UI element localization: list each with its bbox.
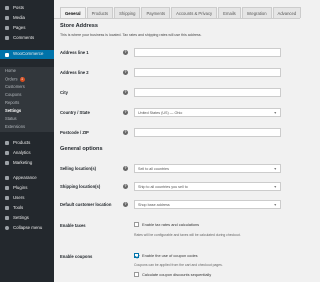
tab-shipping[interactable]: Shipping: [114, 7, 141, 18]
calc-coupons-sequentially-checkbox[interactable]: [134, 272, 139, 277]
admin-sidebar: Posts Media Pages Comments WooCommerce H…: [0, 0, 54, 282]
address1-input[interactable]: [134, 48, 281, 57]
tab-advanced[interactable]: Advanced: [272, 7, 302, 18]
enable-taxes-description: Rates will be configurable and taxes wil…: [134, 233, 241, 237]
enable-taxes-checkbox[interactable]: [134, 222, 139, 227]
tab-payments[interactable]: Payments: [141, 7, 171, 18]
help-icon[interactable]: ?: [123, 90, 128, 95]
settings-main: General Products Shipping Payments Accou…: [54, 0, 302, 282]
shipping-locations-label: Shipping location(s): [60, 184, 101, 189]
default-customer-location-select[interactable]: Shop base address ▼: [134, 200, 281, 209]
sidebar-item-users[interactable]: Users: [0, 194, 54, 202]
chevron-down-icon: ▼: [273, 111, 277, 115]
city-input[interactable]: [134, 88, 281, 97]
calc-coupons-sequentially-label[interactable]: Calculate coupon discounts sequentially: [142, 272, 211, 277]
help-icon[interactable]: ?: [123, 166, 128, 171]
sidebar-item-products[interactable]: Products: [0, 139, 54, 147]
default-customer-location-label: Default customer location: [60, 202, 112, 207]
enable-coupons-description: Coupons can be applied from the cart and…: [134, 263, 223, 267]
woocommerce-icon: [5, 52, 9, 57]
help-icon[interactable]: ?: [123, 184, 128, 189]
sidebar-item-media[interactable]: Media: [0, 14, 54, 22]
enable-coupons-label: Enable coupons: [60, 254, 93, 259]
enable-coupons-checkbox-label[interactable]: Enable the use of coupon codes: [142, 253, 198, 258]
submenu-reports[interactable]: Reports: [5, 100, 19, 105]
chevron-down-icon: ▼: [273, 203, 277, 207]
help-icon[interactable]: ?: [123, 50, 128, 55]
address2-label: Address line 2: [60, 70, 89, 75]
postcode-input[interactable]: [134, 128, 281, 137]
submenu-customers[interactable]: Customers: [5, 84, 25, 89]
plugins-icon: [5, 186, 9, 190]
media-icon: [5, 16, 9, 20]
shipping-locations-select[interactable]: Ship to all countries you sell to ▼: [134, 182, 281, 191]
settings-tabs: General Products Shipping Payments Accou…: [60, 7, 302, 18]
submenu-home[interactable]: Home: [5, 68, 16, 73]
help-icon[interactable]: ?: [123, 70, 128, 75]
general-options-heading: General options: [60, 146, 103, 152]
address2-input[interactable]: [134, 68, 281, 77]
appearance-icon: [5, 176, 9, 180]
address1-label: Address line 1: [60, 50, 89, 55]
store-address-heading: Store Address: [60, 23, 99, 29]
enable-coupons-checkbox[interactable]: [134, 253, 139, 258]
selling-locations-label: Selling location(s): [60, 166, 97, 171]
enable-taxes-checkbox-label[interactable]: Enable tax rates and calculations: [142, 222, 199, 227]
sidebar-item-analytics[interactable]: Analytics: [0, 149, 54, 157]
country-select[interactable]: United States (US) — Ohio ▼: [134, 108, 281, 117]
collapse-menu-button[interactable]: Collapse menu: [0, 224, 54, 232]
postcode-label: Postcode / ZIP: [60, 130, 89, 135]
store-address-description: This is where your business is located. …: [60, 33, 202, 37]
submenu-orders[interactable]: Orders 1: [5, 77, 25, 82]
sidebar-item-woocommerce[interactable]: WooCommerce: [0, 50, 54, 59]
pin-icon: [5, 6, 9, 10]
sidebar-item-appearance[interactable]: Appearance: [0, 174, 54, 182]
submenu-extensions[interactable]: Extensions: [5, 124, 25, 129]
tab-emails[interactable]: Emails: [218, 7, 241, 18]
chevron-down-icon: ▼: [273, 185, 277, 189]
sidebar-item-plugins[interactable]: Plugins: [0, 184, 54, 192]
pages-icon: [5, 26, 9, 30]
submenu-settings[interactable]: Settings: [5, 108, 21, 113]
sidebar-item-tools[interactable]: Tools: [0, 204, 54, 212]
sidebar-item-posts[interactable]: Posts: [0, 4, 54, 12]
products-icon: [5, 141, 9, 145]
woocommerce-submenu: Home Orders 1 Customers Coupons Reports S…: [0, 67, 54, 132]
marketing-icon: [5, 161, 9, 165]
tabs-divider: [54, 18, 300, 19]
chevron-down-icon: ▼: [273, 167, 277, 171]
enable-taxes-label: Enable taxes: [60, 223, 86, 228]
sidebar-item-settings[interactable]: Settings: [0, 214, 54, 222]
analytics-icon: [5, 151, 9, 155]
comments-icon: [5, 36, 9, 40]
orders-count-badge: 1: [19, 77, 25, 82]
submenu-status[interactable]: Status: [5, 116, 17, 121]
selling-locations-select[interactable]: Sell to all countries ▼: [134, 164, 281, 173]
tools-icon: [5, 206, 9, 210]
users-icon: [5, 196, 9, 200]
country-label: Country / State: [60, 110, 90, 115]
city-label: City: [60, 90, 68, 95]
tab-accounts-privacy[interactable]: Accounts & Privacy: [171, 7, 218, 18]
help-icon[interactable]: ?: [123, 110, 128, 115]
sidebar-item-marketing[interactable]: Marketing: [0, 159, 54, 167]
submenu-coupons[interactable]: Coupons: [5, 92, 21, 97]
tab-integration[interactable]: Integration: [241, 7, 272, 18]
collapse-icon: [5, 226, 9, 230]
sidebar-item-comments[interactable]: Comments: [0, 34, 54, 42]
help-icon[interactable]: ?: [123, 202, 128, 207]
help-icon[interactable]: ?: [123, 130, 128, 135]
settings-icon: [5, 216, 9, 220]
sidebar-item-pages[interactable]: Pages: [0, 24, 54, 32]
tab-general[interactable]: General: [60, 7, 86, 18]
tab-products[interactable]: Products: [86, 7, 114, 18]
